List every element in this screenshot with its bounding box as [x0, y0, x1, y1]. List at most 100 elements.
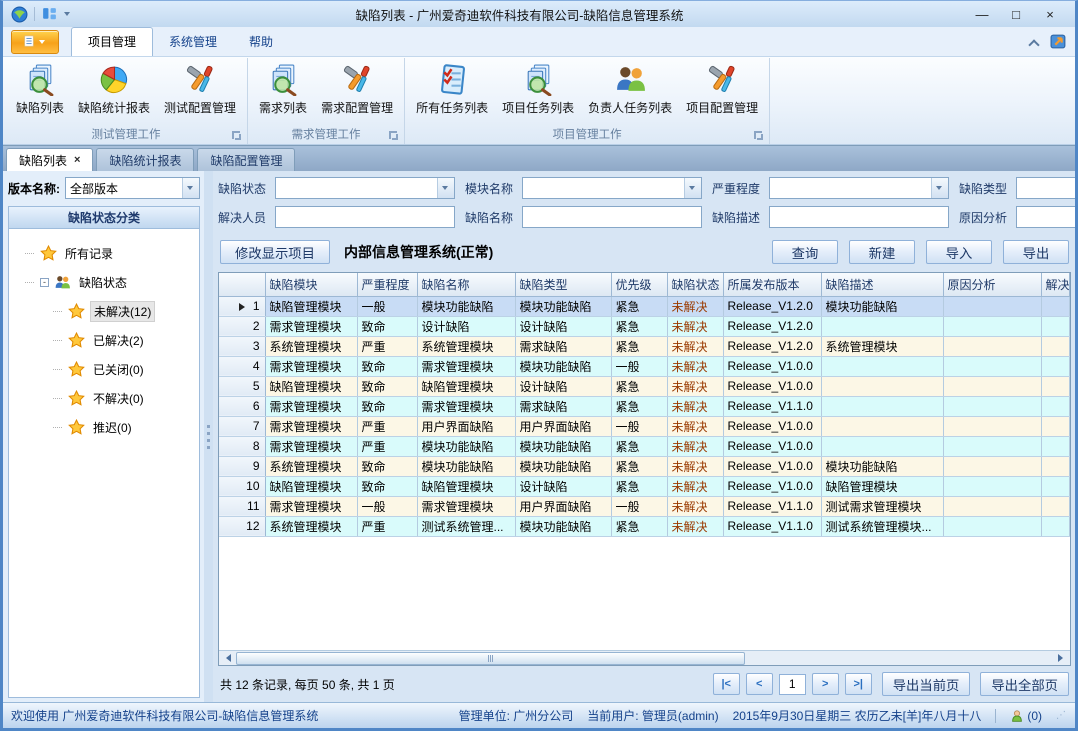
table-row[interactable]: 1缺陷管理模块一般模块功能缺陷模块功能缺陷紧急未解决Release_V1.2.0… — [219, 296, 1070, 316]
row-header[interactable]: 12 — [219, 516, 265, 536]
table-cell[interactable]: 一般 — [611, 416, 667, 436]
row-header[interactable]: 2 — [219, 316, 265, 336]
ribbon-button-test-config[interactable]: 测试配置管理 — [157, 60, 243, 119]
table-cell[interactable] — [1041, 316, 1070, 336]
table-cell[interactable] — [943, 396, 1041, 416]
table-cell[interactable]: 致命 — [357, 376, 417, 396]
resize-grip-icon[interactable]: ⋰ — [1056, 710, 1067, 721]
table-row[interactable]: 4需求管理模块致命需求管理模块模块功能缺陷一般未解决Release_V1.0.0 — [219, 356, 1070, 376]
filter-combobox[interactable] — [275, 177, 455, 199]
table-cell[interactable]: Release_V1.0.0 — [723, 416, 821, 436]
export-all-pages-button[interactable]: 导出全部页 — [980, 672, 1069, 696]
table-cell[interactable]: 未解决 — [667, 456, 723, 476]
dialog-launcher-icon[interactable] — [754, 131, 762, 139]
table-cell[interactable] — [821, 396, 943, 416]
column-header[interactable]: 缺陷状态 — [667, 273, 723, 296]
tree-item[interactable]: 所有记录 — [11, 239, 197, 268]
row-header[interactable]: 4 — [219, 356, 265, 376]
table-row[interactable]: 6需求管理模块致命需求管理模块需求缺陷紧急未解决Release_V1.1.0 — [219, 396, 1070, 416]
table-cell[interactable]: 需求管理模块 — [265, 356, 357, 376]
scroll-right-icon[interactable] — [1055, 651, 1070, 665]
next-page-button[interactable]: > — [812, 673, 839, 695]
table-cell[interactable] — [1041, 396, 1070, 416]
table-cell[interactable]: 缺陷管理模块 — [417, 476, 515, 496]
table-cell[interactable] — [943, 316, 1041, 336]
import-button[interactable]: 导入 — [926, 240, 992, 264]
table-cell[interactable]: 模块功能缺陷 — [515, 436, 611, 456]
app-logo-icon[interactable] — [11, 6, 28, 23]
new-button[interactable]: 新建 — [849, 240, 915, 264]
query-button[interactable]: 查询 — [772, 240, 838, 264]
table-cell[interactable]: 紧急 — [611, 436, 667, 456]
table-cell[interactable] — [943, 416, 1041, 436]
filter-input-field[interactable] — [1017, 178, 1075, 198]
table-cell[interactable] — [943, 456, 1041, 476]
table-cell[interactable]: 测试系统管理模块... — [821, 516, 943, 536]
table-cell[interactable]: 未解决 — [667, 356, 723, 376]
table-cell[interactable]: Release_V1.1.0 — [723, 496, 821, 516]
chevron-down-icon[interactable] — [931, 178, 948, 198]
column-header[interactable]: 缺陷描述 — [821, 273, 943, 296]
table-cell[interactable]: 模块功能缺陷 — [515, 516, 611, 536]
app-badge-icon[interactable] — [1050, 33, 1067, 53]
table-cell[interactable]: 需求缺陷 — [515, 396, 611, 416]
ribbon-tab-project-management[interactable]: 项目管理 — [71, 27, 153, 56]
table-cell[interactable]: 严重 — [357, 336, 417, 356]
table-cell[interactable]: 模块功能缺陷 — [515, 296, 611, 316]
close-tab-icon[interactable]: × — [74, 154, 80, 166]
table-cell[interactable]: 模块功能缺陷 — [821, 296, 943, 316]
table-cell[interactable]: Release_V1.2.0 — [723, 316, 821, 336]
filter-input-field[interactable] — [770, 178, 931, 198]
ribbon-tab-system-management[interactable]: 系统管理 — [153, 28, 233, 56]
row-header[interactable]: 3 — [219, 336, 265, 356]
maximize-button[interactable]: □ — [999, 7, 1033, 22]
table-cell[interactable] — [943, 476, 1041, 496]
scroll-left-icon[interactable] — [219, 651, 234, 665]
ribbon-button-defect-report[interactable]: 缺陷统计报表 — [71, 60, 157, 119]
table-cell[interactable]: 致命 — [357, 316, 417, 336]
column-header[interactable]: 缺陷名称 — [417, 273, 515, 296]
table-cell[interactable]: 未解决 — [667, 436, 723, 456]
table-cell[interactable] — [1041, 336, 1070, 356]
table-cell[interactable]: 未解决 — [667, 376, 723, 396]
table-cell[interactable]: 紧急 — [611, 376, 667, 396]
ribbon-button-owner-tasks[interactable]: 负责人任务列表 — [581, 60, 679, 119]
table-row[interactable]: 3系统管理模块严重系统管理模块需求缺陷紧急未解决Release_V1.2.0系统… — [219, 336, 1070, 356]
tree-item[interactable]: 已解决(2) — [11, 326, 197, 355]
column-header[interactable]: 优先级 — [611, 273, 667, 296]
table-cell[interactable]: 设计缺陷 — [515, 316, 611, 336]
table-cell[interactable] — [943, 436, 1041, 456]
table-cell[interactable]: 未解决 — [667, 516, 723, 536]
table-cell[interactable]: 致命 — [357, 356, 417, 376]
table-cell[interactable]: Release_V1.0.0 — [723, 456, 821, 476]
table-cell[interactable] — [821, 316, 943, 336]
table-cell[interactable]: 一般 — [611, 496, 667, 516]
table-cell[interactable]: 紧急 — [611, 316, 667, 336]
table-cell[interactable]: 用户界面缺陷 — [515, 416, 611, 436]
table-cell[interactable]: 模块功能缺陷 — [515, 356, 611, 376]
filter-input[interactable] — [769, 206, 949, 228]
doc-tab-defect-config[interactable]: 缺陷配置管理 — [197, 148, 295, 171]
column-header[interactable]: 原因分析 — [943, 273, 1041, 296]
column-header[interactable]: 解决方法 — [1041, 273, 1070, 296]
row-header[interactable]: 6 — [219, 396, 265, 416]
table-cell[interactable]: Release_V1.0.0 — [723, 476, 821, 496]
table-cell[interactable]: 模块功能缺陷 — [417, 456, 515, 476]
table-cell[interactable] — [1041, 476, 1070, 496]
table-cell[interactable]: 测试需求管理模块 — [821, 496, 943, 516]
table-cell[interactable] — [821, 436, 943, 456]
row-header[interactable]: 1 — [219, 296, 265, 316]
sidebar-splitter[interactable] — [204, 171, 213, 702]
ribbon-button-requirement-config[interactable]: 需求配置管理 — [314, 60, 400, 119]
table-cell[interactable]: 缺陷管理模块 — [821, 476, 943, 496]
ribbon-tab-help[interactable]: 帮助 — [233, 28, 289, 56]
table-row[interactable]: 11需求管理模块一般需求管理模块用户界面缺陷一般未解决Release_V1.1.… — [219, 496, 1070, 516]
row-header[interactable]: 8 — [219, 436, 265, 456]
column-header[interactable]: 严重程度 — [357, 273, 417, 296]
table-cell[interactable]: 模块功能缺陷 — [417, 436, 515, 456]
table-cell[interactable]: 致命 — [357, 456, 417, 476]
table-cell[interactable] — [1041, 456, 1070, 476]
table-cell[interactable]: 未解决 — [667, 396, 723, 416]
quick-access-dropdown-icon[interactable] — [64, 12, 70, 19]
filter-combobox[interactable] — [769, 177, 949, 199]
